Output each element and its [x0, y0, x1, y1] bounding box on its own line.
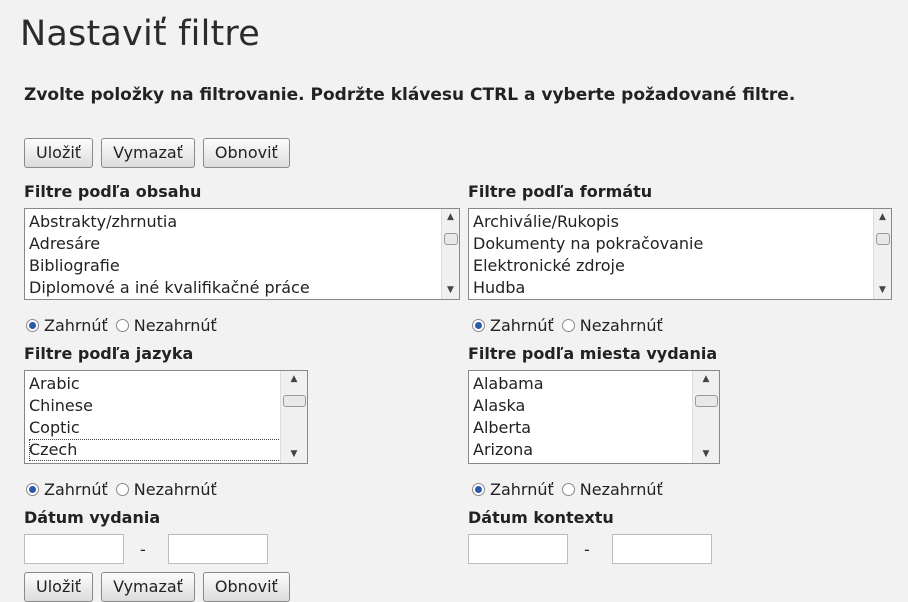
- context-date-to-input[interactable]: [612, 534, 712, 564]
- context-date-from-input[interactable]: [468, 534, 568, 564]
- include-radio[interactable]: [472, 483, 485, 496]
- list-item[interactable]: Dokumenty na pokračovanie: [473, 233, 887, 255]
- content-filter-label: Filtre podľa obsahu: [24, 182, 202, 201]
- place-filter-label: Filtre podľa miesta vydania: [468, 344, 718, 363]
- exclude-radio[interactable]: [561, 319, 575, 332]
- reset-button[interactable]: Obnoviť: [202, 572, 290, 602]
- include-radio[interactable]: [26, 483, 39, 496]
- publication-date-label: Dátum vydania: [24, 508, 161, 527]
- scroll-up-icon[interactable]: ▲: [281, 371, 307, 388]
- top-button-row: Uložiť Vymazať Obnoviť: [24, 138, 290, 168]
- format-filter-list[interactable]: Archiválie/Rukopis Dokumenty na pokračov…: [468, 208, 892, 300]
- scroll-thumb[interactable]: [695, 395, 718, 407]
- clear-button[interactable]: Vymazať: [101, 138, 195, 168]
- list-item[interactable]: Alberta: [473, 417, 715, 439]
- publication-date-from-input[interactable]: [24, 534, 124, 564]
- language-filter-label: Filtre podľa jazyka: [24, 344, 194, 363]
- reset-button[interactable]: Obnoviť: [202, 138, 290, 168]
- save-button[interactable]: Uložiť: [24, 572, 94, 602]
- list-item[interactable]: Coptic: [29, 417, 303, 439]
- list-item[interactable]: Bibliografie: [29, 255, 455, 277]
- scroll-down-icon[interactable]: ▼: [281, 446, 307, 463]
- scroll-down-icon[interactable]: ▼: [442, 282, 459, 299]
- scroll-up-icon[interactable]: ▲: [693, 371, 719, 388]
- include-radio[interactable]: [26, 319, 39, 332]
- context-date-label: Dátum kontextu: [468, 508, 614, 527]
- exclude-label: Nezahrnúť: [579, 480, 663, 499]
- list-item[interactable]: Alaska: [473, 395, 715, 417]
- exclude-radio[interactable]: [115, 319, 129, 332]
- scroll-thumb[interactable]: [283, 395, 306, 407]
- scrollbar[interactable]: ▲ ▼: [441, 209, 459, 299]
- scroll-thumb[interactable]: [876, 233, 890, 245]
- list-item[interactable]: Adresáre: [29, 233, 455, 255]
- instructions: Zvolte položky na filtrovanie. Podržte k…: [24, 85, 796, 105]
- scroll-up-icon[interactable]: ▲: [442, 209, 459, 226]
- list-item[interactable]: Alabama: [473, 373, 715, 395]
- list-item[interactable]: Arizona: [473, 439, 715, 461]
- list-item[interactable]: Czech: [29, 439, 303, 461]
- list-item[interactable]: Diplomové a iné kvalifikačné práce: [29, 277, 455, 299]
- scroll-down-icon[interactable]: ▼: [874, 282, 891, 299]
- list-item[interactable]: Elektronické zdroje: [473, 255, 887, 277]
- page-title: Nastaviť filtre: [20, 14, 260, 54]
- language-filter-mode: Zahrnúť Nezahrnúť: [26, 480, 225, 499]
- exclude-label: Nezahrnúť: [579, 316, 663, 335]
- list-item[interactable]: Archiválie/Rukopis: [473, 211, 887, 233]
- include-label: Zahrnúť: [490, 316, 554, 335]
- format-filter-mode: Zahrnúť Nezahrnúť: [472, 316, 671, 335]
- exclude-label: Nezahrnúť: [133, 316, 217, 335]
- content-filter-mode: Zahrnúť Nezahrnúť: [26, 316, 225, 335]
- scrollbar[interactable]: ▲ ▼: [280, 371, 307, 463]
- date-separator: -: [584, 540, 590, 559]
- include-label: Zahrnúť: [44, 480, 108, 499]
- list-item[interactable]: Hudba: [473, 277, 887, 299]
- list-item[interactable]: Chinese: [29, 395, 303, 417]
- format-filter-label: Filtre podľa formátu: [468, 182, 653, 201]
- scrollbar[interactable]: ▲ ▼: [873, 209, 891, 299]
- save-button[interactable]: Uložiť: [24, 138, 94, 168]
- language-filter-list[interactable]: Arabic Chinese Coptic Czech ▲ ▼: [24, 370, 308, 464]
- scroll-up-icon[interactable]: ▲: [874, 209, 891, 226]
- scroll-thumb[interactable]: [444, 233, 458, 245]
- exclude-radio[interactable]: [561, 483, 575, 496]
- place-filter-list[interactable]: Alabama Alaska Alberta Arizona ▲ ▼: [468, 370, 720, 464]
- list-item[interactable]: Arabic: [29, 373, 303, 395]
- include-label: Zahrnúť: [44, 316, 108, 335]
- content-filter-list[interactable]: Abstrakty/zhrnutia Adresáre Bibliografie…: [24, 208, 460, 300]
- bottom-button-row: Uložiť Vymazať Obnoviť: [24, 572, 290, 602]
- scrollbar[interactable]: ▲ ▼: [692, 371, 719, 463]
- place-filter-mode: Zahrnúť Nezahrnúť: [472, 480, 671, 499]
- scroll-down-icon[interactable]: ▼: [693, 446, 719, 463]
- include-radio[interactable]: [472, 319, 485, 332]
- publication-date-to-input[interactable]: [168, 534, 268, 564]
- clear-button[interactable]: Vymazať: [101, 572, 195, 602]
- include-label: Zahrnúť: [490, 480, 554, 499]
- date-separator: -: [140, 540, 146, 559]
- exclude-label: Nezahrnúť: [133, 480, 217, 499]
- list-item[interactable]: Abstrakty/zhrnutia: [29, 211, 455, 233]
- exclude-radio[interactable]: [115, 483, 129, 496]
